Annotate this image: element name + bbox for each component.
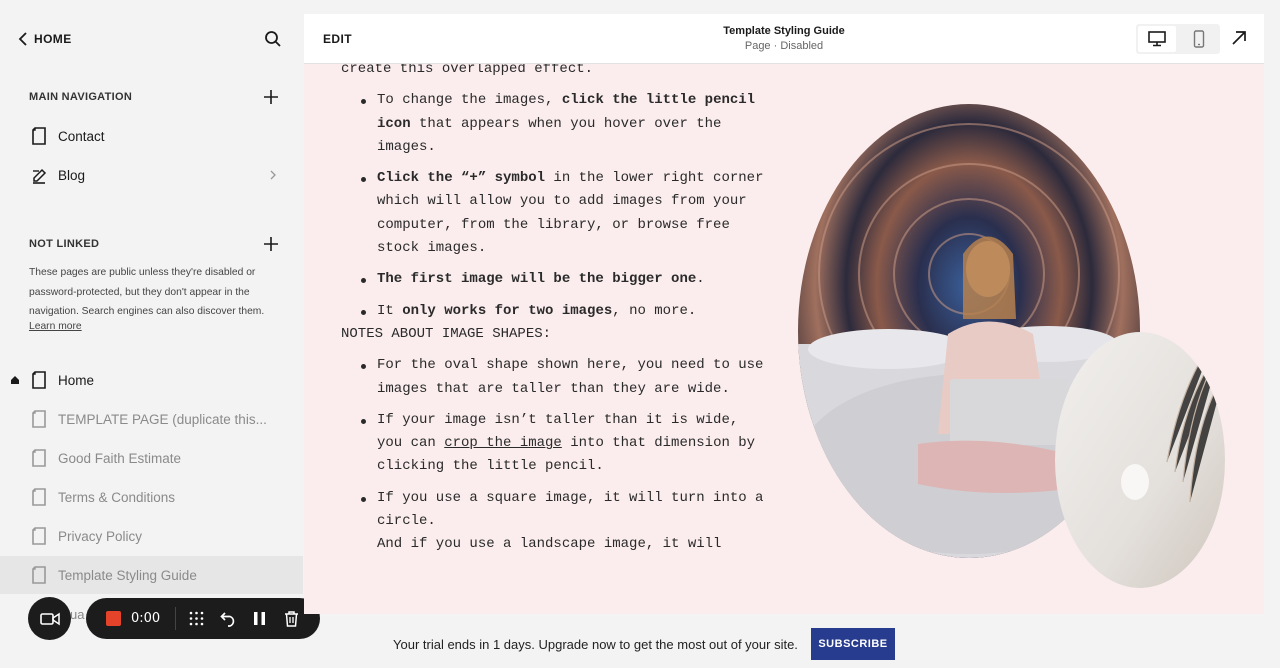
sidebar-item-label: Home [58,373,95,388]
sidebar-item-label: Good Faith Estimate [58,451,182,466]
preview-toolbar: EDIT Template Styling Guide Page · Disab… [304,14,1264,64]
sidebar-item-template-page[interactable]: TEMPLATE PAGE (duplicate this... [0,400,303,438]
page-icon [32,371,46,389]
desktop-view-button[interactable] [1138,26,1176,52]
sidebar-item-label: Privacy Policy [58,529,143,544]
trial-message: Your trial ends in 1 days. Upgrade now t… [393,637,798,652]
page-icon [32,488,46,506]
sidebar-item-terms[interactable]: Terms & Conditions [0,478,303,516]
not-linked-description: These pages are public unless they're di… [29,267,265,317]
sidebar: HOME MAIN NAVIGATION Contact Blog NOT LI… [0,0,303,668]
add-page-main-nav-icon[interactable] [263,89,279,105]
page-preview: EDIT Template Styling Guide Page · Disab… [304,14,1264,614]
add-page-not-linked-icon[interactable] [263,236,279,252]
instructions-list: To change the images, click the little p… [341,89,771,323]
not-linked-heading: NOT LINKED [29,238,100,250]
list-item: It only works for two images, no more. [341,300,771,323]
blog-edit-icon [33,168,47,184]
back-home-button[interactable]: HOME [18,31,72,47]
desktop-icon [1148,31,1166,47]
video-camera-icon [39,612,60,625]
list-item: To change the images, click the little p… [341,89,771,159]
page-icon [32,410,46,428]
pause-icon[interactable] [251,610,268,627]
page-title: Template Styling Guide [723,25,845,37]
section-heading: NOTES ABOUT IMAGE SHAPES: [341,325,552,342]
page-body-text: create this overlapped effect. To change… [341,58,771,557]
sidebar-item-template-styling-guide[interactable]: Template Styling Guide [0,556,303,594]
mobile-view-button[interactable] [1180,26,1218,52]
sidebar-item-partial-label: ua [70,607,85,622]
continued-text: And if you use a landscape image, it wil… [377,536,722,553]
list-item: Click the “+” symbol in the lower right … [341,167,771,260]
search-icon[interactable] [264,30,282,48]
chevron-left-icon [18,32,27,46]
list-item: For the oval shape shown here, you need … [341,354,771,401]
sidebar-item-label: Blog [58,168,86,183]
stop-recording-button[interactable] [106,611,121,626]
toolbar-divider [175,607,176,630]
open-external-arrow-icon[interactable] [1231,30,1247,46]
list-item: If your image isn’t taller than it is wi… [341,409,771,479]
sidebar-item-blog[interactable]: Blog [0,156,303,194]
sidebar-item-label: TEMPLATE PAGE (duplicate this... [58,412,267,427]
page-icon [32,127,46,145]
home-indicator-icon [11,376,19,384]
page-icon [32,566,46,584]
back-label: HOME [34,32,72,46]
learn-more-link[interactable]: Learn more [29,321,82,332]
mobile-icon [1193,30,1205,48]
sidebar-item-label: Terms & Conditions [58,490,176,505]
trial-banner: Your trial ends in 1 days. Upgrade now t… [0,628,1280,660]
pampas-grass-photo [1055,332,1225,588]
list-item: The first image will be the bigger one. [341,268,771,291]
sidebar-item-privacy-policy[interactable]: Privacy Policy [0,517,303,555]
page-icon [32,527,46,545]
page-status: Page · Disabled [744,40,824,52]
sidebar-item-contact[interactable]: Contact [0,117,303,155]
subscribe-button[interactable]: SUBSCRIBE [811,628,895,660]
drag-grid-icon[interactable] [188,610,205,627]
sidebar-item-label: Contact [58,129,105,144]
recording-timer: 0:00 [131,611,161,626]
undo-icon[interactable] [220,610,237,627]
trash-icon[interactable] [283,610,300,627]
sidebar-item-home[interactable]: Home [0,361,303,399]
sidebar-item-good-faith-estimate[interactable]: Good Faith Estimate [0,439,303,477]
main-navigation-heading: MAIN NAVIGATION [29,91,133,103]
sidebar-item-label: Template Styling Guide [58,568,197,583]
overlap-image-small[interactable] [1055,332,1225,588]
list-item: If you use a square image, it will turn … [341,487,771,534]
notes-list: For the oval shape shown here, you need … [341,354,771,533]
crop-image-link[interactable]: crop the image [444,435,562,451]
chevron-right-icon [270,170,276,180]
device-switcher [1136,24,1220,54]
page-icon [32,449,46,467]
